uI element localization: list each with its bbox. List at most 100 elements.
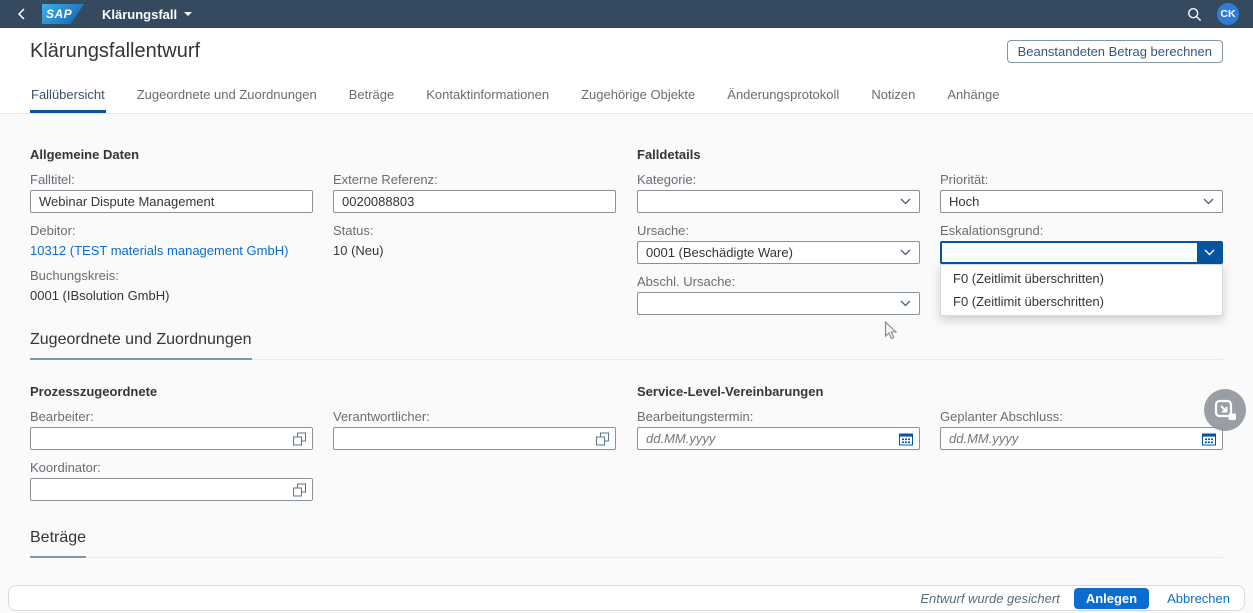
page-title: Klärungsfallentwurf bbox=[30, 40, 200, 63]
field-koordinator: Koordinator: bbox=[30, 460, 313, 501]
avatar[interactable]: CK bbox=[1217, 3, 1239, 25]
group-title-prozesszugeordnete: Prozesszugeordnete bbox=[30, 384, 616, 399]
tab-zugeordnete-und-zuordnungen[interactable]: Zugeordnete und Zuordnungen bbox=[136, 80, 318, 113]
section-header-zugeordnete: Zugeordnete und Zuordnungen bbox=[30, 331, 1223, 360]
chevron-down-icon bbox=[900, 198, 911, 205]
ursache-select[interactable]: 0001 (Beschädigte Ware) bbox=[637, 241, 920, 264]
tab-zugehoerige-objekte[interactable]: Zugehörige Objekte bbox=[580, 80, 696, 113]
ursache-value: 0001 (Beschädigte Ware) bbox=[646, 245, 793, 260]
field-status: Status: 10 (Neu) bbox=[333, 223, 616, 258]
chevron-left-icon bbox=[17, 8, 25, 20]
geplanter-abschluss-input[interactable] bbox=[940, 427, 1223, 450]
shellbar: SAP Klärungsfall CK bbox=[0, 0, 1253, 28]
section-title-betraege: Beträge bbox=[30, 529, 86, 558]
koordinator-label: Koordinator: bbox=[30, 460, 313, 475]
field-ursache: Ursache: 0001 (Beschädigte Ware) bbox=[637, 223, 920, 264]
back-button[interactable] bbox=[10, 3, 32, 25]
footer-toolbar: Entwurf wurde gesichert Anlegen Abbreche… bbox=[8, 585, 1245, 611]
chevron-down-icon bbox=[1203, 198, 1214, 205]
tab-anhaenge[interactable]: Anhänge bbox=[946, 80, 1000, 113]
tab-aenderungsprotokoll[interactable]: Änderungsprotokoll bbox=[726, 80, 840, 113]
field-falltitel: Falltitel: bbox=[30, 172, 313, 213]
calendar-icon[interactable] bbox=[899, 432, 913, 445]
search-icon[interactable] bbox=[1187, 7, 1202, 22]
externe-referenz-input[interactable] bbox=[333, 190, 616, 213]
field-debitor: Debitor: 10312 (TEST materials managemen… bbox=[30, 223, 313, 258]
chevron-down-icon bbox=[900, 249, 911, 256]
anlegen-button[interactable]: Anlegen bbox=[1074, 588, 1149, 609]
falltitel-input[interactable] bbox=[30, 190, 313, 213]
field-eskalationsgrund: Eskalationsgrund: F0 (Zeitlimit überschr… bbox=[940, 223, 1223, 264]
abschl-ursache-select[interactable] bbox=[637, 292, 920, 315]
eskalationsgrund-value bbox=[942, 243, 1197, 262]
mouse-cursor-icon bbox=[884, 321, 898, 341]
chevron-down-icon bbox=[1204, 249, 1215, 256]
field-bearbeitungstermin: Bearbeitungstermin: bbox=[637, 409, 920, 450]
tab-notizen[interactable]: Notizen bbox=[870, 80, 916, 113]
section-header-betraege: Beträge bbox=[30, 529, 1223, 558]
tab-kontaktinformationen[interactable]: Kontaktinformationen bbox=[425, 80, 550, 113]
app-title: Klärungsfall bbox=[102, 7, 177, 22]
prioritaet-value: Hoch bbox=[949, 194, 979, 209]
bearbeitungstermin-label: Bearbeitungstermin: bbox=[637, 409, 920, 424]
draft-status-text: Entwurf wurde gesichert bbox=[920, 591, 1059, 606]
bearbeitungstermin-input[interactable] bbox=[637, 427, 920, 450]
koordinator-input[interactable] bbox=[30, 478, 313, 501]
buchungskreis-label: Buchungskreis: bbox=[30, 268, 313, 283]
status-value: 10 (Neu) bbox=[333, 241, 616, 258]
bearbeiter-label: Bearbeiter: bbox=[30, 409, 313, 424]
value-help-icon[interactable] bbox=[293, 432, 306, 445]
prioritaet-select[interactable]: Hoch bbox=[940, 190, 1223, 213]
field-bearbeiter: Bearbeiter: bbox=[30, 409, 313, 450]
field-verantwortlicher: Verantwortlicher: bbox=[333, 409, 616, 450]
verantwortlicher-label: Verantwortlicher: bbox=[333, 409, 616, 424]
group-sla: Service-Level-Vereinbarungen Bearbeitung… bbox=[637, 360, 1223, 501]
status-label: Status: bbox=[333, 223, 616, 238]
value-help-icon[interactable] bbox=[293, 483, 306, 496]
group-allgemeine-daten: Allgemeine Daten Falltitel: Externe Refe… bbox=[30, 114, 616, 315]
prioritaet-label: Priorität: bbox=[940, 172, 1223, 187]
field-abschl-ursache: Abschl. Ursache: bbox=[637, 274, 920, 315]
group-prozesszugeordnete: Prozesszugeordnete Bearbeiter: Verantwor… bbox=[30, 360, 616, 501]
eskalationsgrund-label: Eskalationsgrund: bbox=[940, 223, 1223, 238]
tab-falluebersicht[interactable]: Fallübersicht bbox=[30, 80, 106, 113]
eskalationsgrund-dropdown-list: F0 (Zeitlimit überschritten) F0 (Zeitlim… bbox=[940, 264, 1223, 316]
chevron-down-icon bbox=[900, 300, 911, 307]
calendar-icon[interactable] bbox=[1202, 432, 1216, 445]
field-externe-referenz: Externe Referenz: bbox=[333, 172, 616, 213]
page-header: Klärungsfallentwurf Beanstandeten Betrag… bbox=[0, 28, 1253, 114]
field-buchungskreis: Buchungskreis: 0001 (IBsolution GmbH) bbox=[30, 268, 313, 303]
value-help-icon[interactable] bbox=[596, 432, 609, 445]
eskalationsgrund-combobox[interactable] bbox=[940, 241, 1223, 264]
abschl-ursache-label: Abschl. Ursache: bbox=[637, 274, 920, 289]
abbrechen-button[interactable]: Abbrechen bbox=[1163, 591, 1234, 606]
eskalationsgrund-dropdown-button[interactable] bbox=[1197, 243, 1221, 262]
sap-logo: SAP bbox=[42, 4, 84, 24]
debitor-label: Debitor: bbox=[30, 223, 313, 238]
screen-share-fab[interactable] bbox=[1204, 389, 1246, 431]
bearbeiter-input[interactable] bbox=[30, 427, 313, 450]
field-kategorie: Kategorie: bbox=[637, 172, 920, 213]
object-page-content: Allgemeine Daten Falltitel: Externe Refe… bbox=[0, 114, 1253, 558]
group-title-sla: Service-Level-Vereinbarungen bbox=[637, 384, 1223, 399]
dropdown-option[interactable]: F0 (Zeitlimit überschritten) bbox=[941, 290, 1222, 313]
app-title-menu[interactable]: Klärungsfall bbox=[102, 7, 192, 22]
tab-betraege[interactable]: Beträge bbox=[348, 80, 396, 113]
falltitel-label: Falltitel: bbox=[30, 172, 313, 187]
field-prioritaet: Priorität: Hoch bbox=[940, 172, 1223, 213]
section-title-zugeordnete: Zugeordnete und Zuordnungen bbox=[30, 331, 252, 360]
field-geplanter-abschluss: Geplanter Abschluss: bbox=[940, 409, 1223, 450]
dropdown-option[interactable]: F0 (Zeitlimit überschritten) bbox=[941, 267, 1222, 290]
screen-share-icon bbox=[1214, 399, 1237, 422]
kategorie-label: Kategorie: bbox=[637, 172, 920, 187]
group-falldetails: Falldetails Kategorie: Priorität: Hoch bbox=[637, 114, 1223, 315]
caret-down-icon bbox=[184, 12, 192, 16]
verantwortlicher-input[interactable] bbox=[333, 427, 616, 450]
externe-referenz-label: Externe Referenz: bbox=[333, 172, 616, 187]
buchungskreis-value: 0001 (IBsolution GmbH) bbox=[30, 286, 313, 303]
anchor-tabbar: Fallübersicht Zugeordnete und Zuordnunge… bbox=[0, 80, 1253, 114]
geplanter-abschluss-label: Geplanter Abschluss: bbox=[940, 409, 1223, 424]
debitor-link[interactable]: 10312 (TEST materials management GmbH) bbox=[30, 243, 288, 258]
kategorie-select[interactable] bbox=[637, 190, 920, 213]
calculate-disputed-amount-button[interactable]: Beanstandeten Betrag berechnen bbox=[1007, 40, 1223, 63]
